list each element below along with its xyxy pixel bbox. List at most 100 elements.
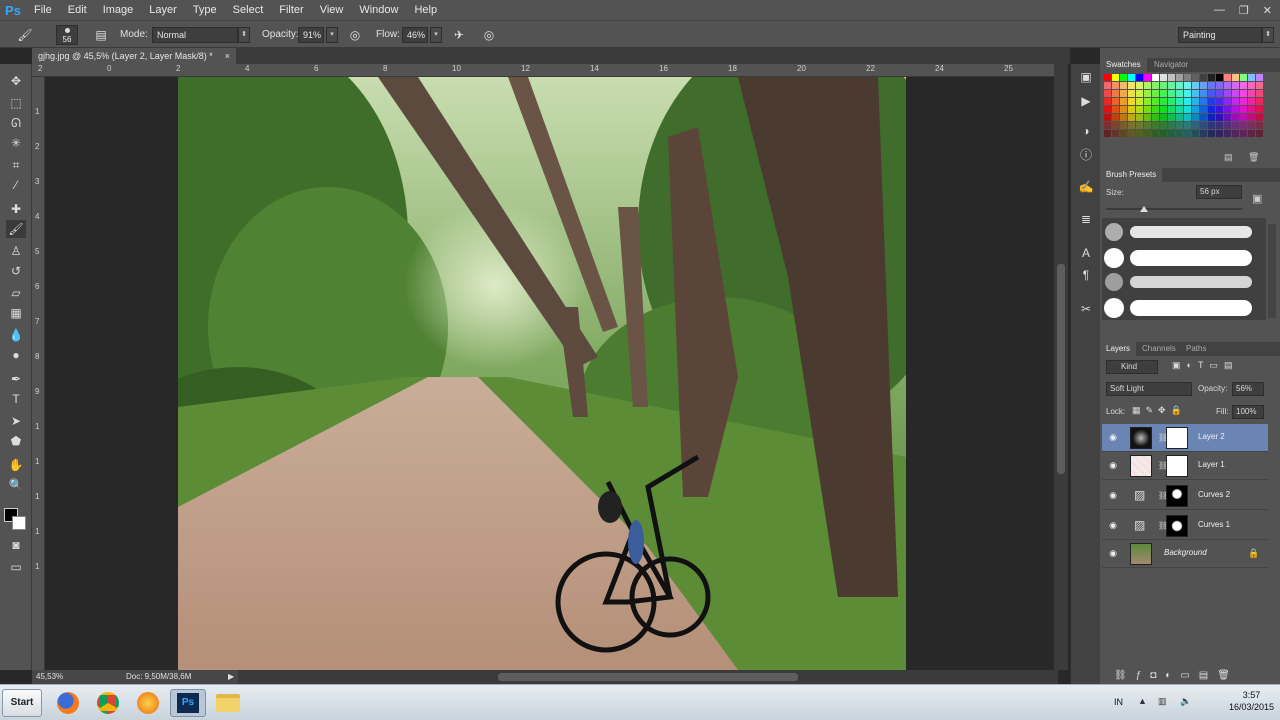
swatch-cell[interactable]: [1184, 74, 1191, 81]
swatch-cell[interactable]: [1144, 74, 1151, 81]
brush-list-scrollbar[interactable]: [1268, 224, 1276, 318]
menu-view[interactable]: View: [312, 0, 352, 20]
zoom-tool-icon[interactable]: 🔍: [6, 476, 26, 494]
history-brush-tool-icon[interactable]: ↺: [6, 262, 26, 280]
swatch-cell[interactable]: [1232, 74, 1239, 81]
menu-file[interactable]: File: [26, 0, 60, 20]
info-panel-icon[interactable]: ⓘ: [1077, 146, 1095, 164]
horizontal-scrollbar[interactable]: [238, 670, 1058, 684]
swatch-cell[interactable]: [1224, 90, 1231, 97]
menu-image[interactable]: Image: [95, 0, 142, 20]
minimize-icon[interactable]: —: [1214, 4, 1225, 16]
swatch-cell[interactable]: [1192, 106, 1199, 113]
swatch-cell[interactable]: [1224, 74, 1231, 81]
swatch-cell[interactable]: [1256, 130, 1263, 137]
brush-size-slider-handle[interactable]: [1140, 206, 1148, 212]
eyedropper-tool-icon[interactable]: ⁄: [6, 176, 26, 194]
blur-tool-icon[interactable]: 💧: [6, 326, 26, 344]
opacity-slider-arrow-icon[interactable]: ▾: [326, 27, 338, 43]
swatch-cell[interactable]: [1152, 106, 1159, 113]
swatch-cell[interactable]: [1232, 82, 1239, 89]
layer-row-layer-1[interactable]: ◉ ⛓ Layer 1: [1102, 452, 1268, 480]
gradient-tool-icon[interactable]: ▦: [6, 304, 26, 322]
type-tool-icon[interactable]: T: [6, 390, 26, 408]
volume-icon[interactable]: 🔈: [1180, 696, 1191, 707]
restore-icon[interactable]: ❐: [1239, 4, 1249, 17]
new-swatch-icon[interactable]: ▤: [1224, 152, 1233, 163]
swatch-cell[interactable]: [1104, 106, 1111, 113]
swatch-cell[interactable]: [1208, 106, 1215, 113]
swatch-cell[interactable]: [1256, 82, 1263, 89]
swatch-cell[interactable]: [1232, 106, 1239, 113]
swatch-cell[interactable]: [1136, 106, 1143, 113]
swatch-cell[interactable]: [1184, 106, 1191, 113]
history-panel-icon[interactable]: ▣: [1077, 68, 1095, 86]
flow-slider-arrow-icon[interactable]: ▾: [430, 27, 442, 43]
close-document-icon[interactable]: ×: [225, 48, 230, 64]
swatch-cell[interactable]: [1248, 90, 1255, 97]
magic-wand-tool-icon[interactable]: ✳: [6, 134, 26, 152]
swatch-cell[interactable]: [1136, 90, 1143, 97]
horizontal-scroll-thumb[interactable]: [498, 673, 798, 681]
swatch-cell[interactable]: [1200, 74, 1207, 81]
swatch-cell[interactable]: [1248, 106, 1255, 113]
swatch-cell[interactable]: [1176, 106, 1183, 113]
swatch-cell[interactable]: [1224, 106, 1231, 113]
layers-footer-icons[interactable]: ⛓ƒ◘◐▭▤🗑: [1114, 670, 1239, 681]
zoom-level[interactable]: 45,53%: [36, 670, 63, 684]
swatch-cell[interactable]: [1128, 114, 1135, 121]
tab-channels[interactable]: Channels: [1136, 342, 1182, 356]
swatch-cell[interactable]: [1240, 106, 1247, 113]
fill-field[interactable]: 100%: [1232, 405, 1264, 419]
swatch-cell[interactable]: [1208, 98, 1215, 105]
swatch-cell[interactable]: [1168, 90, 1175, 97]
swatch-cell[interactable]: [1192, 114, 1199, 121]
swatch-cell[interactable]: [1112, 106, 1119, 113]
pen-tool-icon[interactable]: ✒: [6, 370, 26, 388]
dodge-tool-icon[interactable]: ●: [6, 346, 26, 364]
menu-window[interactable]: Window: [351, 0, 406, 20]
vertical-scrollbar[interactable]: [1054, 64, 1068, 670]
swatch-cell[interactable]: [1112, 114, 1119, 121]
actions-panel-icon[interactable]: ▶: [1077, 92, 1095, 110]
swatch-cell[interactable]: [1176, 114, 1183, 121]
swatch-cell[interactable]: [1128, 90, 1135, 97]
swatch-cell[interactable]: [1240, 130, 1247, 137]
swatch-cell[interactable]: [1152, 122, 1159, 129]
swatch-cell[interactable]: [1136, 114, 1143, 121]
swatch-cell[interactable]: [1104, 74, 1111, 81]
swatch-cell[interactable]: [1160, 74, 1167, 81]
hand-tool-icon[interactable]: ✋: [6, 456, 26, 474]
clock[interactable]: 3:57 16/03/2015: [1229, 689, 1274, 713]
swatch-cell[interactable]: [1200, 98, 1207, 105]
flow-field[interactable]: 46%: [402, 27, 428, 43]
swatch-cell[interactable]: [1136, 74, 1143, 81]
swatch-cell[interactable]: [1112, 74, 1119, 81]
healing-brush-tool-icon[interactable]: ✚: [6, 200, 26, 218]
menu-select[interactable]: Select: [225, 0, 272, 20]
swatch-cell[interactable]: [1176, 130, 1183, 137]
swatch-cell[interactable]: [1128, 122, 1135, 129]
delete-swatch-icon[interactable]: 🗑: [1248, 152, 1259, 163]
swatch-cell[interactable]: [1128, 74, 1135, 81]
swatch-cell[interactable]: [1120, 82, 1127, 89]
swatch-cell[interactable]: [1208, 130, 1215, 137]
swatch-cell[interactable]: [1168, 130, 1175, 137]
swatch-cell[interactable]: [1200, 122, 1207, 129]
layer-row-background[interactable]: ◉ Background 🔒: [1102, 540, 1268, 568]
visibility-eye-icon[interactable]: ◉: [1108, 460, 1118, 470]
swatch-cell[interactable]: [1168, 122, 1175, 129]
swatch-cell[interactable]: [1248, 98, 1255, 105]
swatch-cell[interactable]: [1160, 130, 1167, 137]
swatch-cell[interactable]: [1168, 114, 1175, 121]
swatch-cell[interactable]: [1128, 82, 1135, 89]
menu-type[interactable]: Type: [185, 0, 225, 20]
layer-row-curves-1[interactable]: ◉ ▨ ⛓ Curves 1: [1102, 512, 1268, 540]
swatch-cell[interactable]: [1256, 114, 1263, 121]
swatch-cell[interactable]: [1240, 114, 1247, 121]
opacity-field[interactable]: 91%: [298, 27, 324, 43]
swatch-cell[interactable]: [1152, 74, 1159, 81]
background-color-swatch[interactable]: [12, 516, 26, 530]
swatch-cell[interactable]: [1208, 90, 1215, 97]
network-icon[interactable]: ▥: [1158, 696, 1167, 707]
